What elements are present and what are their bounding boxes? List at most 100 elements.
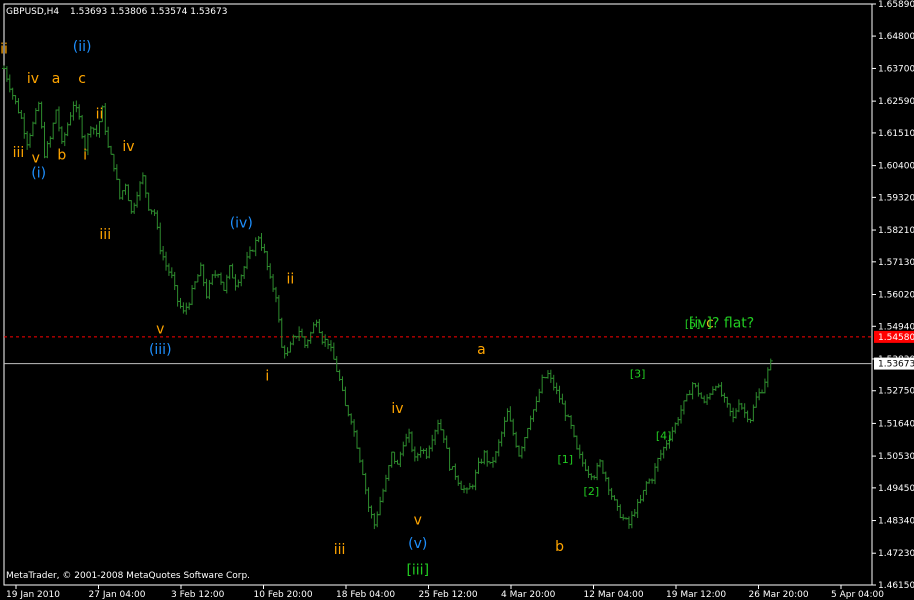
ohlc-bar xyxy=(441,429,446,444)
ohlc-bar xyxy=(409,431,414,453)
ohlc-bar xyxy=(603,471,608,482)
ohlc-bar xyxy=(39,101,44,129)
ohlc-bar xyxy=(554,382,559,395)
ohlc-bar xyxy=(169,267,174,279)
wave-label: (ii) xyxy=(73,39,92,55)
ohlc-bar xyxy=(366,487,371,513)
ohlc-bar xyxy=(68,112,73,126)
ohlc-bar xyxy=(609,487,614,500)
x-tick-label: 26 Mar 20:00 xyxy=(749,590,809,600)
ohlc-bar xyxy=(476,457,481,474)
y-tick-label: 1.47230 xyxy=(878,549,914,559)
price-chart[interactable]: iiiv a(ii)ciiiii v b i(i)iviii(iv)iiv(iii)ia… xyxy=(0,0,914,600)
ohlc-bar xyxy=(103,103,108,136)
ohlc-bar xyxy=(679,405,684,424)
ohlc-bar xyxy=(415,452,420,462)
ohlc-bar xyxy=(598,459,603,468)
ohlc-bar xyxy=(140,172,145,185)
ohlc-bar xyxy=(357,447,362,463)
ohlc-bar xyxy=(282,345,287,359)
wave-label: ii xyxy=(96,106,104,122)
ohlc-bar xyxy=(407,428,412,443)
chart-window: ii iv a (ii) c ii iii v b i (i) iv iii (iv) ii v (iii) i a… xyxy=(0,0,914,600)
ohlc-bar xyxy=(383,474,388,492)
ohlc-bar xyxy=(508,406,513,422)
ohlc-bar xyxy=(757,388,762,401)
y-tick-label: 1.52750 xyxy=(878,387,914,397)
ohlc-bar xyxy=(493,451,498,464)
ohlc-bar xyxy=(626,516,631,529)
ohlc-bar xyxy=(146,192,151,211)
ohlc-bar xyxy=(25,131,30,150)
ohlc-bar xyxy=(531,409,536,422)
ohlc-bar xyxy=(132,202,137,214)
wave-label: [2] xyxy=(584,485,600,498)
ohlc-bar xyxy=(372,513,377,530)
ohlc-bar xyxy=(230,263,235,279)
ohlc-bar xyxy=(739,402,744,410)
wave-label: iii xyxy=(99,227,111,243)
x-tick-label: 18 Feb 04:00 xyxy=(336,590,395,600)
wave-label: [iii] xyxy=(406,563,429,579)
ohlc-bar xyxy=(768,358,773,371)
ohlc-bar xyxy=(641,489,646,502)
ohlc-bar xyxy=(421,448,426,454)
ohlc-bar xyxy=(696,382,701,397)
ohlc-bar xyxy=(490,456,495,468)
ohlc-bar xyxy=(658,449,663,461)
x-tick-label: 3 Feb 12:00 xyxy=(171,590,225,600)
ohlc-bar xyxy=(360,459,365,476)
ohlc-bar xyxy=(369,505,374,519)
ohlc-bar xyxy=(265,251,270,271)
ohlc-bar xyxy=(742,403,747,418)
ohlc-bar xyxy=(534,396,539,412)
ohlc-bar xyxy=(459,480,464,490)
ohlc-bar xyxy=(187,302,192,310)
ohlc-bar xyxy=(427,445,432,459)
x-tick-label: 25 Feb 12:00 xyxy=(419,590,478,600)
ohlc-bar xyxy=(227,265,232,280)
ohlc-bar xyxy=(615,499,620,511)
y-tick-label: 1.60400 xyxy=(878,162,914,172)
ohlc-bar xyxy=(731,407,736,423)
ohlc-bar xyxy=(574,435,579,450)
x-tick-label: 27 Jan 04:00 xyxy=(89,590,146,600)
wave-label: b xyxy=(57,148,66,164)
ohlc-bar xyxy=(236,279,241,288)
ohlc-bar xyxy=(569,415,574,429)
ohlc-bar xyxy=(502,416,507,437)
ohlc-bar xyxy=(259,232,264,251)
ohlc-bar xyxy=(676,417,681,426)
ohlc-bar xyxy=(149,209,154,215)
wave-label: ii xyxy=(287,271,295,287)
ohlc-bar xyxy=(522,436,527,452)
ohlc-bar xyxy=(279,317,284,348)
wave-label: iii xyxy=(13,145,25,161)
ohlc-bar xyxy=(583,459,588,472)
wave-label: (v) xyxy=(408,536,427,552)
ohlc-bar xyxy=(606,477,611,496)
ohlc-bar xyxy=(618,504,623,519)
ohlc-bar xyxy=(681,400,686,415)
ohlc-bar xyxy=(30,121,35,137)
wave-label: (iii) xyxy=(149,342,172,358)
ohlc-bar xyxy=(317,319,322,334)
ohlc-bar xyxy=(545,370,550,379)
y-tick-label: 1.51640 xyxy=(878,419,914,429)
ohlc-bar xyxy=(464,487,469,494)
ohlc-bar xyxy=(13,95,18,105)
ohlc-bar xyxy=(164,251,169,271)
ohlc-bar xyxy=(557,385,562,403)
ohlc-bar xyxy=(181,302,186,314)
ohlc-bar xyxy=(363,472,368,495)
ohlc-bar xyxy=(586,465,591,478)
ohlc-bar xyxy=(447,447,452,471)
wave-label: v xyxy=(414,513,422,529)
ohlc-bar xyxy=(302,336,307,348)
ohlc-bar xyxy=(511,418,516,436)
ohlc-bar xyxy=(571,424,576,438)
ohlc-bar xyxy=(297,326,302,342)
ohlc-bar xyxy=(172,271,177,290)
ohlc-bar xyxy=(693,383,698,388)
ohlc-bar xyxy=(517,445,522,457)
